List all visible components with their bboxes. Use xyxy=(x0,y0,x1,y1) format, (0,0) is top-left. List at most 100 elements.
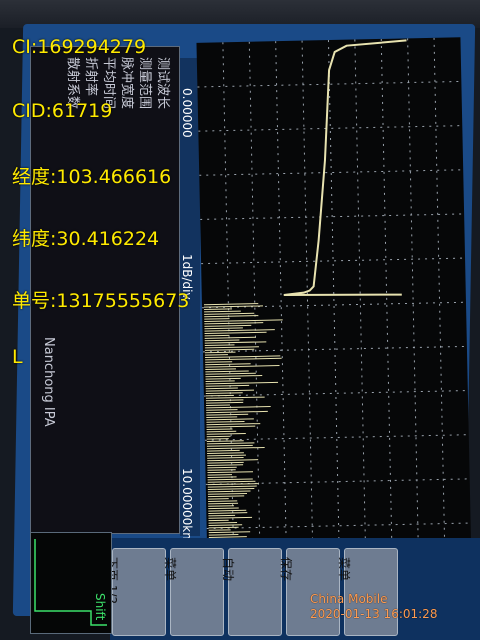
noise-spike xyxy=(208,509,247,512)
noise-spike xyxy=(204,315,259,318)
noise-spike xyxy=(207,474,233,476)
grid-line xyxy=(327,40,341,570)
noise-spike xyxy=(207,461,244,464)
noise-spike xyxy=(204,348,255,351)
noise-spike xyxy=(205,363,251,366)
noise-spike xyxy=(204,336,257,339)
noise-spike xyxy=(208,502,239,505)
noise-spike xyxy=(207,449,240,452)
letter-text: L xyxy=(12,346,23,368)
mini-trace: Shift xyxy=(30,532,112,634)
noise-spike xyxy=(206,406,271,409)
noise-spike xyxy=(208,512,248,514)
x-end-label: 10.00000km xyxy=(180,468,194,544)
noise-spike xyxy=(205,380,235,383)
noise-spike xyxy=(205,381,279,385)
noise-spike xyxy=(207,492,248,495)
noise-spike xyxy=(204,324,252,327)
noise-spike xyxy=(205,361,233,363)
noise-spike xyxy=(205,392,243,395)
noise-spike xyxy=(208,533,239,536)
noise-spike xyxy=(206,413,249,416)
noise-spike xyxy=(207,483,259,486)
noise-spike xyxy=(207,488,255,490)
noise-spike xyxy=(208,516,253,519)
cid-text: CID:61719 xyxy=(12,100,113,122)
noise-spike xyxy=(205,375,263,378)
noise-spike xyxy=(204,322,264,325)
noise-spike xyxy=(204,310,241,313)
noise-spike xyxy=(207,452,244,454)
noise-spike xyxy=(206,423,261,426)
noise-spike xyxy=(205,357,282,361)
noise-spike xyxy=(205,399,244,402)
noise-spike xyxy=(208,524,243,526)
noise-spike xyxy=(204,334,230,337)
grid-line xyxy=(198,125,463,132)
trace-line xyxy=(283,39,407,297)
noise-spike xyxy=(206,420,245,423)
noise-spike xyxy=(206,401,244,404)
noise-spike xyxy=(204,319,283,323)
noise-spike xyxy=(205,384,250,387)
softkey-auto[interactable]: 自动 xyxy=(221,548,282,636)
noise-spike xyxy=(208,526,239,529)
noise-spike xyxy=(205,370,249,373)
noise-spike xyxy=(203,303,259,306)
noise-spike xyxy=(207,457,244,459)
noise-spike xyxy=(204,318,230,320)
noise-spike xyxy=(205,389,255,392)
noise-spike xyxy=(204,305,263,308)
noise-spike xyxy=(206,425,256,428)
noise-spike xyxy=(204,351,236,354)
order-number-text: 单号:13175555673 xyxy=(12,290,190,312)
noise-spike xyxy=(207,471,254,474)
noise-spike xyxy=(204,346,259,349)
noise-spike xyxy=(205,394,234,397)
parameter-row: 测试波长 xyxy=(155,57,170,110)
noise-spike xyxy=(205,355,281,359)
noise-spike xyxy=(206,409,238,411)
noise-spike xyxy=(204,341,267,344)
parameter-row: 测量范围 xyxy=(137,57,152,110)
noise-spike xyxy=(204,308,233,311)
timestamp-watermark: 2020-01-13 16:01:28 xyxy=(310,607,438,621)
noise-spike xyxy=(207,485,257,488)
noise-spike xyxy=(204,331,267,335)
noise-spike xyxy=(206,410,268,414)
noise-spike xyxy=(208,505,235,507)
noise-spike xyxy=(206,416,238,418)
grid-line xyxy=(275,41,288,572)
shift-label: Shift xyxy=(93,593,107,621)
noise-spike xyxy=(205,365,280,368)
softkey-next-page[interactable]: 下页 1/2 xyxy=(105,548,166,636)
noise-spike xyxy=(207,495,245,498)
noise-spike xyxy=(208,514,236,517)
noise-spike xyxy=(207,464,244,466)
noise-spike xyxy=(204,344,235,347)
noise-spike xyxy=(205,377,241,380)
latitude-text: 纬度:30.416224 xyxy=(12,228,160,250)
grid-line xyxy=(433,37,446,568)
noise-spike xyxy=(206,418,254,421)
noise-spike xyxy=(206,444,253,447)
noise-spike xyxy=(207,478,253,481)
noise-spike xyxy=(204,329,275,332)
brand-label: Nanchong IPA xyxy=(41,337,56,427)
otdr-photo: 测试波长 测量范围 脉冲宽度 平均时间 折射率 散射系数 Nanchong IP… xyxy=(0,0,480,640)
noise-spike xyxy=(206,428,233,430)
noise-spike xyxy=(207,454,246,457)
noise-spike xyxy=(204,327,243,330)
noise-spike xyxy=(204,339,240,342)
noise-spike xyxy=(205,396,265,399)
parameter-row: 折射率 xyxy=(83,57,98,97)
noise-spike xyxy=(205,372,256,375)
noise-spike xyxy=(208,531,251,534)
softkey-menu[interactable]: 菜单 xyxy=(163,548,224,636)
noise-spike xyxy=(204,312,255,315)
noise-spike xyxy=(206,446,265,450)
noise-spike xyxy=(205,387,238,390)
longitude-text: 经度:103.466616 xyxy=(12,166,172,188)
carrier-watermark: China Mobile xyxy=(310,592,388,606)
noise-spike xyxy=(206,440,244,442)
